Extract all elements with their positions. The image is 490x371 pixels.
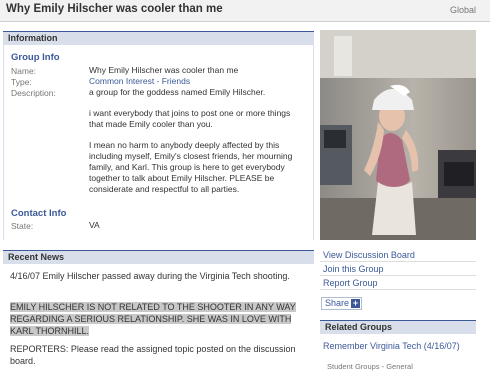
description-label: Description: [11, 88, 56, 98]
description-p2: i want everybody that joins to post one … [89, 108, 291, 129]
group-photo [320, 30, 476, 240]
related-group-link[interactable]: Remember Virginia Tech (4/16/07) [323, 341, 473, 352]
news-item-3: REPORTERS: Please read the assigned topi… [10, 344, 296, 366]
group-name-value: Why Emily Hilscher was cooler than me [89, 65, 239, 75]
group-type-link[interactable]: Common Interest - Friends [89, 76, 190, 87]
view-discussion-board-link[interactable]: View Discussion Board [323, 250, 415, 260]
top-bar: Why Emily Hilscher was cooler than me Gl… [0, 0, 490, 22]
recent-news-header: Recent News [3, 250, 314, 264]
sidebar-divider [320, 261, 476, 262]
group-info-title: Group Info [11, 52, 60, 63]
type-label: Type: [11, 77, 32, 87]
state-value: VA [89, 220, 100, 230]
state-label: State: [11, 221, 34, 231]
related-groups-header: Related Groups [320, 320, 476, 334]
join-group-link[interactable]: Join this Group [323, 264, 384, 274]
news-item-2: EMILY HILSCHER IS NOT RELATED TO THE SHO… [10, 301, 308, 337]
description-p3: I mean no harm to anybody deeply affecte… [89, 140, 293, 194]
name-label: Name: [11, 66, 37, 76]
report-group-link[interactable]: Report Group [323, 278, 378, 288]
information-header: Information [3, 31, 314, 45]
share-button[interactable]: Share + [321, 297, 362, 310]
contact-info-title: Contact Info [11, 208, 67, 219]
page-title: Why Emily Hilscher was cooler than me [6, 3, 223, 15]
news-highlight-text: EMILY HILSCHER IS NOT RELATED TO THE SHO… [10, 302, 296, 336]
share-label: Share [325, 298, 350, 308]
sidebar-divider [320, 289, 476, 290]
plus-icon: + [351, 298, 360, 308]
network-scope: Global [449, 5, 476, 15]
sidebar-divider [320, 275, 476, 276]
news-item-1: 4/16/07 Emily Hilscher passed away durin… [10, 271, 290, 281]
information-panel: Group Info Name: Why Emily Hilscher was … [3, 44, 314, 240]
description-p1: a group for the goddess named Emily Hils… [89, 87, 266, 97]
